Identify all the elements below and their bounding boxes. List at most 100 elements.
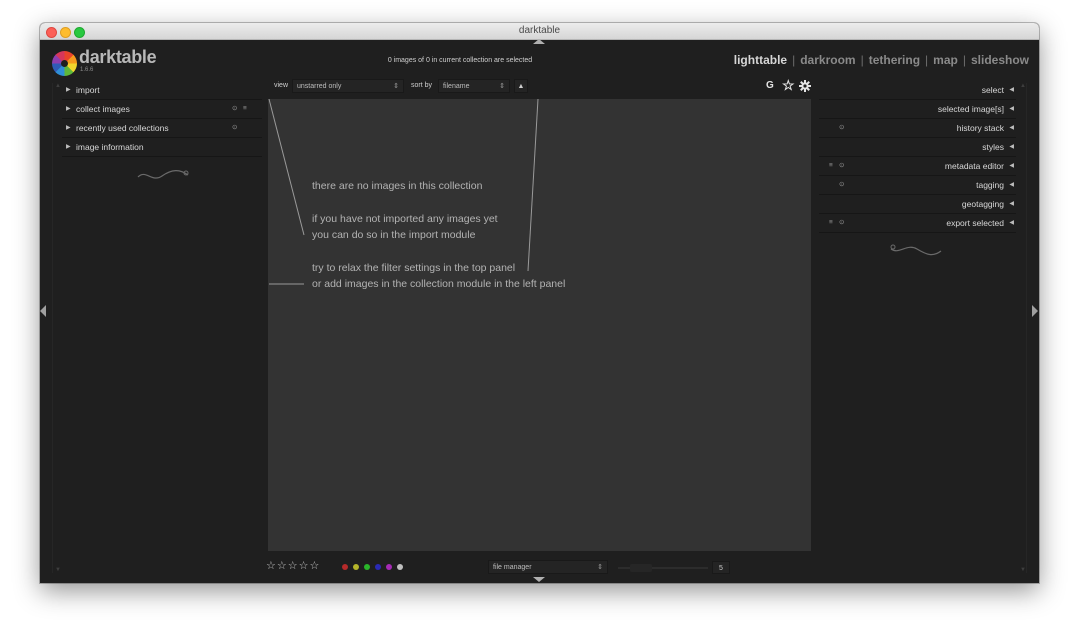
module-collect-images[interactable]: ▶ collect images ⊙ ≡: [62, 100, 262, 119]
presets-icon[interactable]: ≡: [829, 157, 833, 175]
module-select[interactable]: select ◀: [819, 81, 1016, 100]
view-filter-value: unstarred only: [297, 83, 342, 90]
view-slideshow[interactable]: slideshow: [971, 53, 1029, 67]
right-panel: select ◀ selected image[s] ◀ ⊙ history s…: [819, 81, 1016, 551]
view-separator: |: [860, 53, 864, 67]
expand-triangle-icon: ◀: [1009, 144, 1014, 150]
module-label: recently used collections: [76, 123, 169, 133]
expand-triangle-icon: ▶: [66, 125, 71, 131]
view-filter-dropdown[interactable]: unstarred only ⇕: [292, 79, 404, 93]
app-name: darktable: [79, 47, 157, 67]
collapse-left-panel-arrow-icon[interactable]: [40, 305, 46, 317]
module-recently-used-collections[interactable]: ▶ recently used collections ⊙: [62, 119, 262, 138]
module-label: import: [76, 85, 100, 95]
reset-icon[interactable]: ⊙: [232, 100, 237, 118]
expand-triangle-icon: ◀: [1009, 220, 1014, 226]
empty-message-line: if you have not imported any images yet: [312, 213, 498, 225]
color-label-yellow-icon[interactable]: [353, 564, 359, 570]
module-history-stack[interactable]: ⊙ history stack ◀: [819, 119, 1016, 138]
reset-icon[interactable]: ⊙: [232, 119, 237, 137]
view-darkroom[interactable]: darkroom: [800, 53, 855, 67]
star-rating-filter[interactable]: ☆☆☆☆☆: [266, 559, 320, 572]
module-label: styles: [982, 142, 1004, 152]
top-filter-toolbar: view unstarred only ⇕ sort by filename ⇕…: [268, 77, 813, 96]
grouping-button[interactable]: G: [766, 80, 774, 91]
module-geotagging[interactable]: geotagging ◀: [819, 195, 1016, 214]
expand-triangle-icon: ◀: [1009, 201, 1014, 207]
expand-triangle-icon: ▶: [66, 106, 71, 112]
scroll-up-icon[interactable]: ▲: [1020, 83, 1026, 89]
color-label-red-icon[interactable]: [342, 564, 348, 570]
layout-dropdown[interactable]: file manager ⇕: [488, 560, 608, 574]
gear-icon[interactable]: [799, 80, 811, 92]
expand-triangle-icon: ◀: [1009, 125, 1014, 131]
updown-icon: ⇕: [393, 83, 399, 90]
expand-triangle-icon: ◀: [1009, 163, 1014, 169]
empty-message-line: try to relax the filter settings in the …: [312, 262, 516, 274]
zoom-slider[interactable]: [618, 564, 708, 572]
empty-message-line: or add images in the collection module i…: [312, 278, 566, 290]
module-export-selected[interactable]: ≡ ⊙ export selected ◀: [819, 214, 1016, 233]
selection-status: 0 images of 0 in current collection are …: [387, 57, 533, 64]
left-panel: ▶ import ▶ collect images ⊙ ≡ ▶ recently…: [62, 81, 262, 551]
module-label: geotagging: [961, 199, 1004, 209]
empty-message-line: there are no images in this collection: [312, 180, 483, 192]
darktable-logo-icon: [52, 51, 77, 76]
module-styles[interactable]: styles ◀: [819, 138, 1016, 157]
star-overlay-button[interactable]: ☆: [782, 77, 795, 94]
reset-icon[interactable]: ⊙: [839, 119, 844, 137]
reset-icon[interactable]: ⊙: [839, 214, 844, 232]
color-label-purple-icon[interactable]: [386, 564, 392, 570]
sort-label: sort by: [411, 82, 433, 89]
collapse-right-panel-arrow-icon[interactable]: [1032, 305, 1038, 317]
empty-message-line: you can do so in the import module: [312, 229, 476, 241]
right-panel-scrollbar[interactable]: ▲ ▼: [1018, 83, 1027, 573]
module-label: export selected: [946, 218, 1004, 228]
module-label: select: [981, 85, 1004, 95]
view-filter-label: view: [274, 82, 289, 89]
lighttable-center-view[interactable]: there are no images in this collection i…: [268, 99, 811, 551]
collapse-top-panel-arrow-icon[interactable]: [533, 39, 545, 44]
view-lighttable[interactable]: lighttable: [734, 53, 787, 67]
expand-triangle-icon: ▶: [66, 87, 71, 93]
updown-icon: ⇕: [597, 564, 603, 571]
sort-order-button[interactable]: ▲: [514, 79, 528, 93]
scroll-down-icon[interactable]: ▼: [55, 567, 61, 573]
module-label: history stack: [956, 123, 1004, 133]
module-label: collect images: [76, 104, 130, 114]
zoom-slider-knob[interactable]: [630, 564, 652, 572]
left-panel-scrollbar[interactable]: ▲ ▼: [52, 83, 61, 573]
reset-icon[interactable]: ⊙: [839, 176, 844, 194]
expand-triangle-icon: ◀: [1009, 106, 1014, 112]
module-label: image information: [76, 142, 144, 152]
module-import[interactable]: ▶ import: [62, 81, 262, 100]
presets-icon[interactable]: ≡: [243, 100, 247, 118]
view-tethering[interactable]: tethering: [869, 53, 920, 67]
collapse-bottom-panel-arrow-icon[interactable]: [533, 577, 545, 582]
color-label-green-icon[interactable]: [364, 564, 370, 570]
reset-icon[interactable]: ⊙: [839, 157, 844, 175]
view-separator: |: [925, 53, 929, 67]
view-map[interactable]: map: [933, 53, 958, 67]
module-label: tagging: [976, 180, 1004, 190]
scroll-down-icon[interactable]: ▼: [1020, 567, 1026, 573]
scroll-up-icon[interactable]: ▲: [55, 83, 61, 89]
sort-value: filename: [443, 83, 470, 90]
module-tagging[interactable]: ⊙ tagging ◀: [819, 176, 1016, 195]
expand-triangle-icon: ◀: [1009, 87, 1014, 93]
view-switcher: lighttable | darkroom | tethering | map | slides…: [734, 53, 1029, 67]
module-label: selected image[s]: [937, 104, 1004, 114]
module-metadata-editor[interactable]: ≡ ⊙ metadata editor ◀: [819, 157, 1016, 176]
view-separator: |: [962, 53, 966, 67]
window-title: darktable: [518, 25, 561, 36]
color-label-gray-icon[interactable]: [397, 564, 403, 570]
panel-end-ornament-icon: [137, 170, 189, 179]
presets-icon[interactable]: ≡: [829, 214, 833, 232]
darktable-window: darktable darktable 1.6.6 0 images of 0 …: [40, 23, 1039, 583]
module-image-information[interactable]: ▶ image information: [62, 138, 262, 157]
module-selected-images[interactable]: selected image[s] ◀: [819, 100, 1016, 119]
layout-value: file manager: [493, 564, 532, 571]
zoom-entry[interactable]: 5: [712, 561, 730, 574]
sort-dropdown[interactable]: filename ⇕: [438, 79, 510, 93]
color-label-blue-icon[interactable]: [375, 564, 381, 570]
